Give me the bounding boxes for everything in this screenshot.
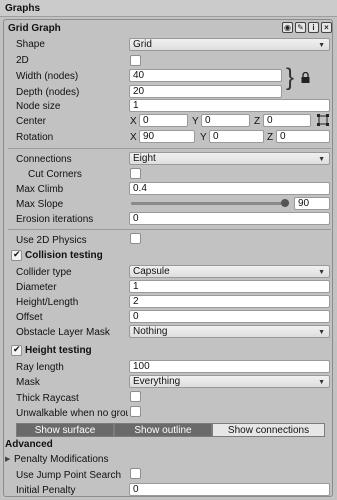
center-z-label: Z [254,116,261,127]
tab-show-surface[interactable]: Show surface [16,423,114,437]
divider [8,229,331,230]
jump-point-checkbox[interactable] [130,468,141,479]
use-2d-physics-checkbox[interactable] [130,233,141,244]
depth-label: Depth (nodes) [16,87,80,98]
link-bracket-icon: } [286,64,295,91]
initial-penalty-field[interactable]: 0 [129,483,330,496]
obstacle-mask-value: Nothing [133,326,168,337]
max-climb-field[interactable]: 0.4 [129,182,330,195]
height-testing-checkbox[interactable] [11,344,22,356]
divider [8,148,331,149]
rotation-z-label: Z [267,132,274,143]
obstacle-mask-dropdown[interactable]: Nothing ▼ [129,325,330,338]
center-z-field[interactable]: 0 [263,114,311,127]
chevron-down-icon: ▼ [318,379,325,386]
cut-corners-checkbox[interactable] [130,168,141,179]
erosion-field[interactable]: 0 [129,212,330,225]
info-icon[interactable]: i [308,22,319,33]
thick-raycast-checkbox[interactable] [130,391,141,402]
shape-dropdown[interactable]: Grid ▼ [129,38,330,51]
node-size-label: Node size [16,101,61,112]
erosion-label: Erosion iterations [16,214,94,225]
rotation-z-field[interactable]: 0 [276,130,330,143]
height-length-field[interactable]: 2 [129,295,330,308]
penalty-modifications-foldout[interactable]: Penalty Modifications [14,454,109,466]
ray-length-field[interactable]: 100 [129,360,330,373]
center-y-label: Y [192,116,199,127]
max-slope-label: Max Slope [16,199,64,210]
foldout-arrow-icon[interactable]: ▶ [5,455,10,463]
center-x-label: X [130,116,137,127]
rotation-x-field[interactable]: 90 [139,130,195,143]
collider-type-dropdown[interactable]: Capsule ▼ [129,265,330,278]
jump-point-label: Use Jump Point Search [16,470,122,481]
center-y-field[interactable]: 0 [201,114,250,127]
height-testing-label[interactable]: Height testing [25,345,92,357]
max-slope-slider[interactable] [131,199,289,207]
tab-show-connections[interactable]: Show connections [212,423,325,437]
slider-thumb[interactable] [281,199,289,207]
width-field[interactable]: 40 [129,69,282,82]
collider-type-label: Collider type [16,267,72,278]
mask-value: Everything [133,376,181,387]
diameter-label: Diameter [16,282,57,293]
2d-checkbox[interactable] [130,55,141,66]
connections-dropdown[interactable]: Eight ▼ [129,152,330,165]
rotation-label: Rotation [16,132,54,143]
chevron-down-icon: ▼ [318,42,325,49]
unwalkable-checkbox[interactable] [130,406,141,417]
collision-testing-checkbox[interactable] [11,249,22,261]
2d-label: 2D [16,55,29,66]
shape-value: Grid [133,39,152,50]
close-icon[interactable]: × [321,22,332,33]
lock-icon[interactable] [301,71,310,83]
window-title: Graphs [5,3,41,14]
diameter-field[interactable]: 1 [129,280,330,293]
ray-length-label: Ray length [16,362,64,373]
depth-field[interactable]: 20 [129,85,282,98]
initial-penalty-label: Initial Penalty [16,485,76,496]
collider-type-value: Capsule [133,266,170,277]
eye-icon[interactable]: ◉ [282,22,293,33]
rotation-y-field[interactable]: 0 [209,130,264,143]
node-size-field[interactable]: 1 [129,99,330,112]
offset-field[interactable]: 0 [129,310,330,323]
graph-title[interactable]: Grid Graph [8,23,61,35]
max-slope-field[interactable]: 90 [294,197,330,210]
center-x-field[interactable]: 0 [139,114,188,127]
shape-label: Shape [16,39,45,50]
connections-value: Eight [133,153,156,164]
window-title-bar: Graphs [0,0,337,17]
center-label: Center [16,116,47,127]
connections-label: Connections [16,154,72,165]
rotation-x-label: X [130,132,137,143]
obstacle-mask-label: Obstacle Layer Mask [16,327,110,338]
collision-testing-label[interactable]: Collision testing [25,250,103,262]
width-label: Width (nodes) [16,71,79,82]
height-length-label: Height/Length [16,297,79,308]
cut-corners-label: Cut Corners [28,169,82,180]
chevron-down-icon: ▼ [318,156,325,163]
rotation-y-label: Y [200,132,207,143]
advanced-heading: Advanced [5,439,53,450]
snap-icon[interactable] [317,114,329,126]
edit-icon[interactable]: ✎ [295,22,306,33]
mask-dropdown[interactable]: Everything ▼ [129,375,330,388]
chevron-down-icon: ▼ [318,269,325,276]
use-2d-physics-label: Use 2D Physics [16,235,87,246]
chevron-down-icon: ▼ [318,329,325,336]
tab-show-outline[interactable]: Show outline [114,423,212,437]
thick-raycast-label: Thick Raycast [16,393,79,404]
mask-label: Mask [16,377,40,388]
unwalkable-label: Unwalkable when no groun [16,408,128,419]
offset-label: Offset [16,312,43,323]
max-climb-label: Max Climb [16,184,64,195]
